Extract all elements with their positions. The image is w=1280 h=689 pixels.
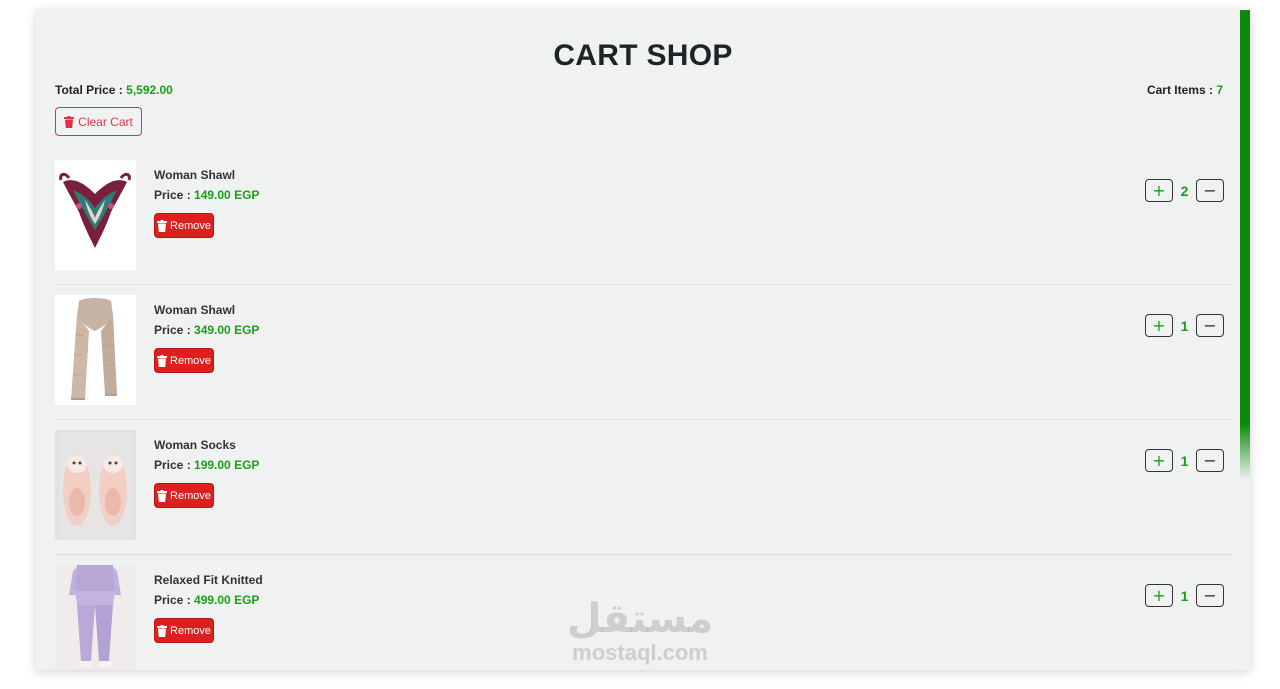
increase-quantity-button[interactable]: + — [1145, 179, 1173, 202]
total-price-value: 5,592.00 — [126, 83, 173, 97]
remove-button[interactable]: Remove — [154, 348, 214, 373]
price-value: 499.00 EGP — [194, 593, 260, 607]
remove-label: Remove — [170, 219, 211, 232]
cart-items-count: Cart Items : 7 — [1147, 83, 1223, 97]
printed-shawl-image — [55, 160, 136, 270]
product-price: Price : 349.00 EGP — [154, 323, 259, 337]
remove-label: Remove — [170, 624, 211, 637]
product-price: Price : 149.00 EGP — [154, 188, 259, 202]
quantity-value: 1 — [1180, 452, 1189, 469]
total-price-label: Total Price : — [55, 83, 127, 97]
watermark: مستقل mostaql.com — [560, 597, 720, 665]
decrease-quantity-button[interactable]: − — [1196, 179, 1224, 202]
total-price: Total Price : 5,592.00 — [55, 83, 173, 97]
cart-item: Woman Socks Price : 199.00 EGP Remove + … — [55, 420, 1233, 555]
clear-cart-button[interactable]: Clear Cart — [55, 107, 142, 136]
watermark-latin: mostaql.com — [572, 640, 708, 665]
page-title: CART SHOP — [553, 39, 733, 72]
cart-item: Woman Shawl Price : 349.00 EGP Remove + … — [55, 285, 1233, 420]
product-name: Woman Shawl — [154, 168, 236, 182]
trash-icon — [157, 354, 168, 367]
knit-set-image — [55, 565, 136, 670]
scroll-accent-bar — [1240, 10, 1250, 480]
remove-button[interactable]: Remove — [154, 618, 214, 643]
price-label: Price : — [154, 188, 195, 202]
product-name: Woman Shawl — [154, 303, 236, 317]
product-image — [55, 160, 136, 270]
product-name: Woman Socks — [154, 438, 236, 452]
decrease-quantity-button[interactable]: − — [1196, 314, 1224, 337]
price-label: Price : — [154, 323, 195, 337]
product-image — [55, 295, 136, 405]
price-value: 349.00 EGP — [194, 323, 260, 337]
remove-button[interactable]: Remove — [154, 483, 214, 508]
trash-icon — [157, 489, 168, 502]
increase-quantity-button[interactable]: + — [1145, 584, 1173, 607]
quantity-stepper: + 2 − — [1145, 179, 1224, 202]
quantity-stepper: + 1 − — [1145, 584, 1224, 607]
quantity-value: 1 — [1180, 587, 1189, 604]
watermark-arabic: مستقل — [566, 596, 714, 642]
quantity-value: 2 — [1180, 182, 1189, 199]
trash-icon — [157, 624, 168, 637]
remove-button[interactable]: Remove — [154, 213, 214, 238]
knit-scarf-image — [55, 295, 136, 405]
price-label: Price : — [154, 593, 195, 607]
increase-quantity-button[interactable]: + — [1145, 314, 1173, 337]
quantity-stepper: + 1 − — [1145, 449, 1224, 472]
price-value: 199.00 EGP — [194, 458, 260, 472]
product-price: Price : 499.00 EGP — [154, 593, 259, 607]
remove-label: Remove — [170, 354, 211, 367]
product-price: Price : 199.00 EGP — [154, 458, 259, 472]
cart-items-label: Cart Items : — [1146, 83, 1217, 97]
trash-icon — [64, 115, 75, 128]
increase-quantity-button[interactable]: + — [1145, 449, 1173, 472]
cart-item: Woman Shawl Price : 149.00 EGP Remove + … — [55, 150, 1233, 285]
fluffy-socks-image — [55, 430, 136, 540]
product-image — [55, 565, 136, 670]
cart-items-list: Woman Shawl Price : 149.00 EGP Remove + … — [55, 150, 1233, 670]
cart-items-value: 7 — [1216, 83, 1223, 97]
decrease-quantity-button[interactable]: − — [1196, 584, 1224, 607]
product-image — [55, 430, 136, 540]
product-name: Relaxed Fit Knitted — [154, 573, 263, 587]
price-label: Price : — [154, 458, 195, 472]
price-value: 149.00 EGP — [194, 188, 260, 202]
quantity-stepper: + 1 − — [1145, 314, 1224, 337]
trash-icon — [157, 219, 168, 232]
clear-cart-label: Clear Cart — [78, 114, 133, 129]
quantity-value: 1 — [1180, 317, 1189, 334]
remove-label: Remove — [170, 489, 211, 502]
cart-card: CART SHOP Total Price : 5,592.00 Cart It… — [36, 10, 1250, 670]
decrease-quantity-button[interactable]: − — [1196, 449, 1224, 472]
